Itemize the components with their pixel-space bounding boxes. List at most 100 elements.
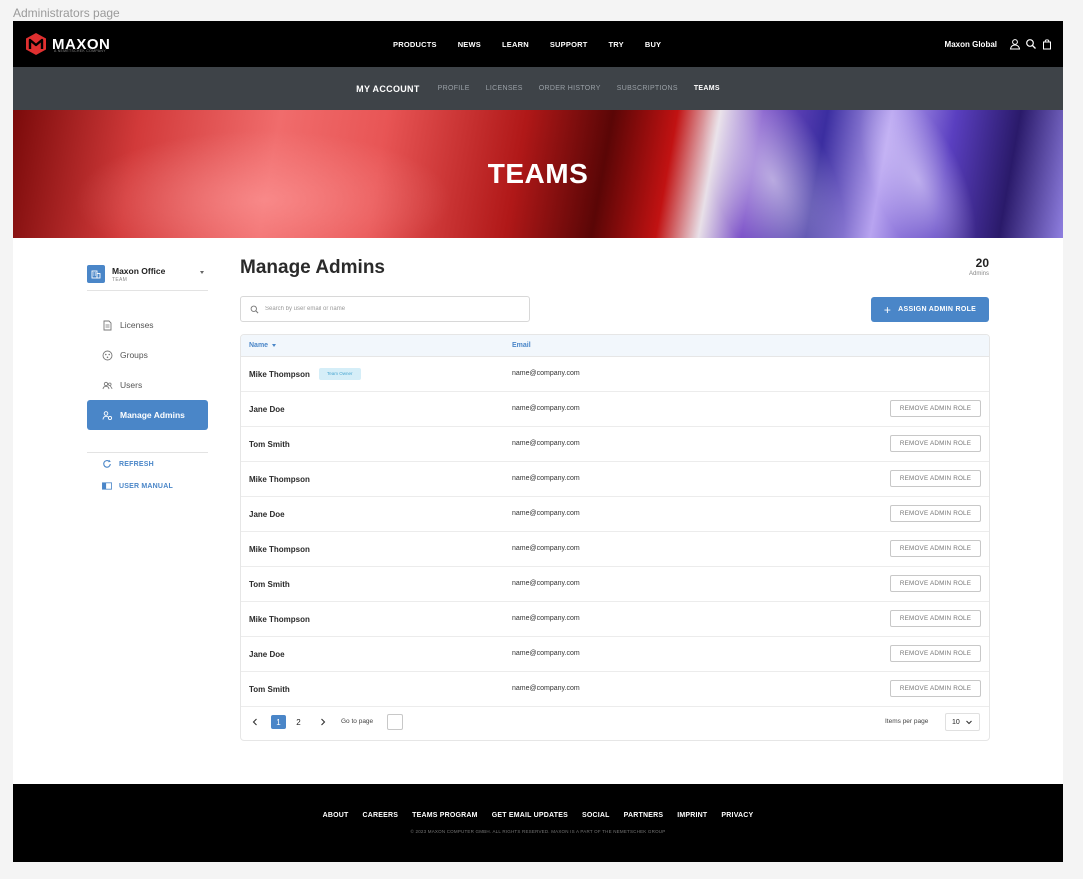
footer-link-about[interactable]: ABOUT — [323, 812, 349, 819]
building-icon — [87, 265, 105, 283]
footer-link-careers[interactable]: CAREERS — [362, 812, 398, 819]
refresh-label: REFRESH — [119, 460, 154, 468]
book-icon — [102, 481, 112, 491]
subnav-order-history[interactable]: ORDER HISTORY — [539, 85, 601, 92]
admin-count-label: Admins — [968, 271, 989, 277]
admin-email: name@company.com — [512, 685, 580, 692]
sidebar-item-label: Manage Admins — [120, 410, 185, 420]
sidebar-item-users[interactable]: Users — [87, 370, 208, 400]
page-title: Manage Admins — [240, 257, 385, 278]
user-icon[interactable] — [1009, 38, 1021, 50]
table-row: Mike Thompson Team Owner name@company.com — [241, 357, 989, 392]
admin-email: name@company.com — [512, 440, 580, 447]
main-nav: PRODUCTS NEWS LEARN SUPPORT TRY BUY — [393, 21, 682, 67]
brand-tagline: A NEMETSCHEK COMPANY — [54, 49, 106, 53]
frame-label: Administrators page — [13, 6, 120, 20]
go-to-page-label: Go to page — [341, 718, 374, 725]
items-per-page-select[interactable]: 10 — [945, 713, 980, 731]
page-button-1[interactable]: 1 — [271, 715, 286, 729]
footer-links: ABOUT CAREERS TEAMS PROGRAM GET EMAIL UPDAT… — [13, 812, 1063, 819]
admin-name: Tom Smith — [249, 440, 290, 449]
refresh-icon — [102, 459, 112, 469]
admin-email: name@company.com — [512, 510, 580, 517]
table-row: Jane Doe name@company.com REMOVE ADMIN ROL… — [241, 637, 989, 672]
remove-admin-role-button[interactable]: REMOVE ADMIN ROLE — [890, 400, 981, 417]
remove-admin-role-button[interactable]: REMOVE ADMIN ROLE — [890, 435, 981, 452]
column-header-label: Name — [249, 342, 269, 349]
sidebar-item-groups[interactable]: Groups — [87, 340, 208, 370]
admin-name: Mike Thompson — [249, 370, 310, 379]
nav-news[interactable]: NEWS — [458, 40, 481, 49]
subnav-teams[interactable]: TEAMS — [694, 85, 720, 92]
admin-email: name@company.com — [512, 475, 580, 482]
sidebar-item-manage-admins[interactable]: Manage Admins — [87, 400, 208, 430]
account-subnav: MY ACCOUNT PROFILE LICENSES ORDER HISTOR… — [13, 67, 1063, 110]
nav-support[interactable]: SUPPORT — [550, 40, 588, 49]
nav-learn[interactable]: LEARN — [502, 40, 529, 49]
remove-admin-role-button[interactable]: REMOVE ADMIN ROLE — [890, 645, 981, 662]
subnav-licenses[interactable]: LICENSES — [486, 85, 523, 92]
user-manual-link[interactable]: USER MANUAL — [87, 475, 208, 497]
chevron-right-icon[interactable] — [318, 717, 328, 727]
sidebar-item-label: Users — [120, 380, 143, 390]
admin-name: Tom Smith — [249, 685, 290, 694]
footer-copyright: © 2023 MAXON COMPUTER GMBH. ALL RIGHTS R… — [410, 829, 666, 834]
table-row: Tom Smith name@company.com REMOVE ADMIN RO… — [241, 427, 989, 462]
table-row: Mike Thompson name@company.com REMOVE ADMI… — [241, 532, 989, 567]
footer-link-get-email-updates[interactable]: GET EMAIL UPDATES — [492, 812, 568, 819]
admin-name: Mike Thompson — [249, 475, 310, 484]
remove-admin-role-button[interactable]: REMOVE ADMIN ROLE — [890, 610, 981, 627]
footer-link-privacy[interactable]: PRIVACY — [721, 812, 753, 819]
nav-products[interactable]: PRODUCTS — [393, 40, 437, 49]
remove-admin-role-button[interactable]: REMOVE ADMIN ROLE — [890, 505, 981, 522]
admins-table: Name Email Mike Thompson Team Owner name@c… — [240, 334, 990, 741]
footer-link-social[interactable]: SOCIAL — [582, 812, 610, 819]
assign-admin-role-button[interactable]: + ASSIGN ADMIN ROLE — [871, 297, 989, 322]
team-type: TEAM — [112, 277, 128, 283]
chevron-down-icon — [965, 718, 973, 726]
nav-buy[interactable]: BUY — [645, 40, 661, 49]
sidebar-item-licenses[interactable]: Licenses — [87, 310, 208, 340]
assign-admin-role-label: ASSIGN ADMIN ROLE — [898, 306, 977, 313]
team-name: Maxon Office — [112, 266, 166, 276]
remove-admin-role-button[interactable]: REMOVE ADMIN ROLE — [890, 540, 981, 557]
search-box[interactable] — [240, 296, 530, 322]
refresh-link[interactable]: REFRESH — [87, 453, 208, 475]
admin-name: Tom Smith — [249, 580, 290, 589]
groups-icon — [102, 350, 113, 361]
plus-icon: + — [883, 302, 892, 317]
hero-title: TEAMS — [487, 158, 589, 189]
admin-count: 20 Admins — [969, 256, 989, 277]
column-header-name[interactable]: Name — [249, 342, 277, 349]
my-account-title[interactable]: MY ACCOUNT — [356, 84, 420, 94]
subnav-profile[interactable]: PROFILE — [438, 85, 470, 92]
page-button-2[interactable]: 2 — [291, 715, 306, 729]
nav-try[interactable]: TRY — [609, 40, 624, 49]
search-input[interactable] — [265, 306, 505, 312]
admin-email: name@company.com — [512, 615, 580, 622]
team-selector[interactable]: Maxon Office TEAM — [87, 259, 208, 291]
remove-admin-role-button[interactable]: REMOVE ADMIN ROLE — [890, 575, 981, 592]
nav-right: Maxon Global — [945, 21, 1053, 67]
admin-name: Mike Thompson — [249, 545, 310, 554]
search-icon[interactable] — [1025, 38, 1037, 50]
admin-name: Jane Doe — [249, 405, 285, 414]
column-header-email[interactable]: Email — [512, 342, 531, 349]
region-selector[interactable]: Maxon Global — [945, 40, 997, 49]
footer-link-imprint[interactable]: IMPRINT — [677, 812, 707, 819]
remove-admin-role-button[interactable]: REMOVE ADMIN ROLE — [890, 680, 981, 697]
admin-email: name@company.com — [512, 545, 580, 552]
pagination: 1 2 Go to page Items per page 10 — [241, 705, 989, 740]
footer-link-partners[interactable]: PARTNERS — [624, 812, 664, 819]
go-to-page-input[interactable] — [387, 714, 403, 730]
search-icon — [250, 305, 259, 313]
page: MAXON A NEMETSCHEK COMPANY PRODUCTS NEWS… — [13, 21, 1063, 862]
bag-icon[interactable] — [1041, 38, 1053, 50]
admin-email: name@company.com — [512, 650, 580, 657]
subnav-subscriptions[interactable]: SUBSCRIPTIONS — [617, 85, 678, 92]
maxon-logo[interactable]: MAXON A NEMETSCHEK COMPANY — [24, 31, 110, 57]
chevron-left-icon[interactable] — [250, 717, 260, 727]
footer-link-teams-program[interactable]: TEAMS PROGRAM — [412, 812, 478, 819]
admin-email: name@company.com — [512, 370, 580, 377]
remove-admin-role-button[interactable]: REMOVE ADMIN ROLE — [890, 470, 981, 487]
